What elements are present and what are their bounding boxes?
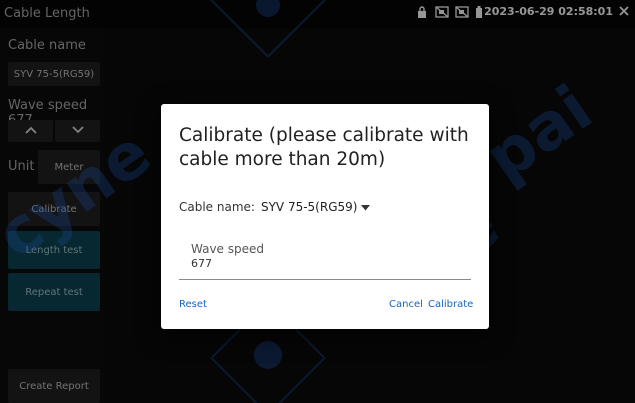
wave-speed-field-value[interactable]: 677 bbox=[191, 257, 212, 270]
dropdown-arrow-icon bbox=[361, 200, 371, 214]
device-screen: Cable Length 2023-06-29 02:58:01 Cable n… bbox=[0, 0, 635, 403]
dialog-cable-value: SYV 75-5(RG59) bbox=[260, 200, 358, 214]
calibrate-dialog: Calibrate (please calibrate with cable m… bbox=[161, 104, 489, 329]
wave-speed-field[interactable]: Wave speed 677 bbox=[179, 237, 471, 280]
dialog-title: Calibrate (please calibrate with cable m… bbox=[179, 125, 469, 170]
cable-name-row: Cable name: SYV 75-5(RG59) bbox=[179, 200, 371, 214]
dialog-cable-select[interactable]: SYV 75-5(RG59) bbox=[260, 200, 371, 214]
cancel-button[interactable]: Cancel bbox=[389, 299, 423, 310]
reset-button[interactable]: Reset bbox=[179, 299, 207, 310]
dialog-cable-label: Cable name: bbox=[179, 200, 255, 214]
dialog-calibrate-button[interactable]: Calibrate bbox=[428, 299, 473, 310]
wave-speed-field-label: Wave speed bbox=[191, 242, 265, 256]
